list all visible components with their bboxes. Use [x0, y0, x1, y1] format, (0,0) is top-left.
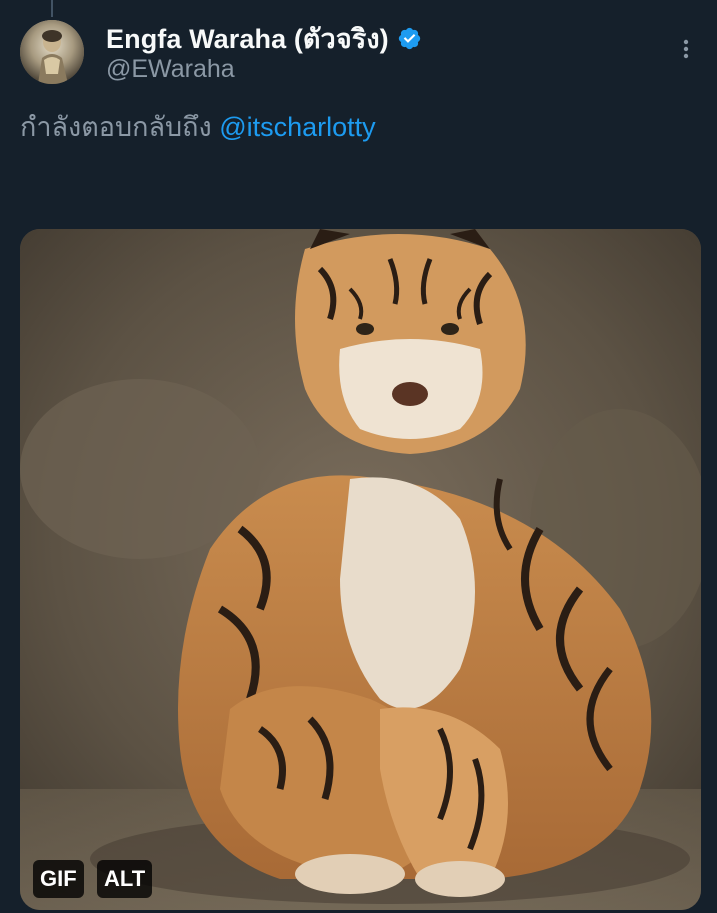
author-name-row: Engfa Waraha (ตัวจริง): [106, 17, 422, 60]
gif-badge: GIF: [33, 860, 84, 898]
sitting-tiger-image: [20, 229, 701, 910]
author-display-name[interactable]: Engfa Waraha (ตัวจริง): [106, 17, 389, 60]
reply-mention-link[interactable]: @itscharlotty: [219, 112, 375, 142]
tweet-media-gif[interactable]: [20, 229, 701, 910]
more-vertical-icon[interactable]: [676, 34, 696, 64]
avatar-image: [20, 20, 84, 84]
author-handle[interactable]: @EWaraha: [106, 55, 235, 84]
tweet-container: Engfa Waraha (ตัวจริง) @EWaraha กำลังตอบ…: [0, 0, 717, 913]
reply-prefix: กำลังตอบกลับถึง: [20, 112, 212, 142]
reply-context: กำลังตอบกลับถึง @itscharlotty: [20, 105, 376, 148]
alt-text-button[interactable]: ALT: [97, 860, 153, 898]
author-avatar[interactable]: [20, 20, 84, 84]
thread-connector-line: [51, 0, 53, 17]
verified-badge-icon: [397, 26, 422, 51]
